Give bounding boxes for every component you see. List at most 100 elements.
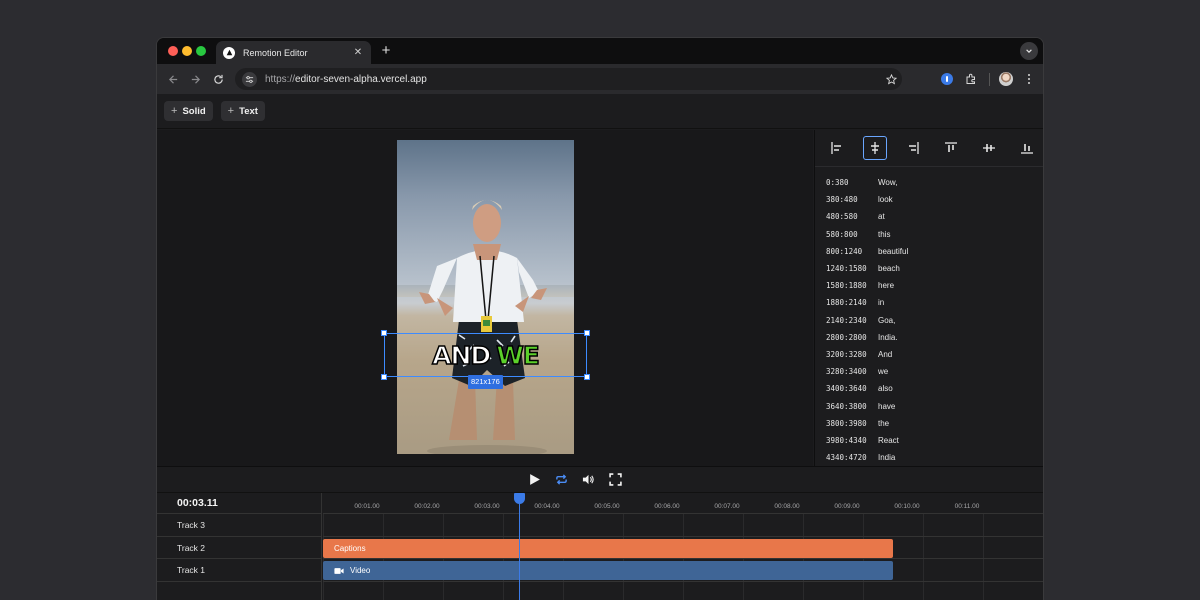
word-row[interactable]: 580:800 this	[815, 226, 1043, 243]
play-button[interactable]	[527, 472, 543, 488]
maximize-window-button[interactable]	[196, 46, 206, 56]
word-time-range: 3980:4340	[826, 435, 867, 445]
word-row[interactable]: 3400:3640 also	[815, 380, 1043, 397]
resize-handle-bottom-right[interactable]	[584, 374, 590, 380]
add-text-button[interactable]: + Text	[220, 101, 265, 121]
site-settings-icon[interactable]	[242, 71, 257, 87]
align-center-vertical-button[interactable]	[977, 136, 1001, 160]
word-timing-list: 0:380 Wow, 380:480 look 480:580 at 580:800 this…	[815, 167, 1043, 466]
browser-menu-icon[interactable]	[1021, 71, 1037, 87]
word-time-range: 3400:3640	[826, 384, 867, 394]
fullscreen-icon	[609, 473, 622, 486]
back-button[interactable]	[166, 72, 180, 86]
word-row[interactable]: 3640:3800 have	[815, 397, 1043, 414]
reload-button[interactable]	[211, 72, 225, 86]
caption-selection-box[interactable]: AND WE	[381, 330, 590, 380]
preview-canvas: AND WE 821x176	[157, 130, 813, 466]
word-text: India	[878, 453, 896, 463]
remotion-favicon-icon	[223, 46, 235, 59]
caption-text[interactable]: AND WE	[385, 334, 586, 376]
ruler-tick-label: 00:10.00	[894, 503, 920, 510]
word-row[interactable]: 3980:4340 React	[815, 432, 1043, 449]
word-text: here	[878, 281, 895, 291]
url-bar[interactable]: https://editor-seven-alpha.vercel.app	[235, 68, 902, 90]
ruler-tick-label: 00:04.00	[534, 503, 560, 510]
word-text: have	[878, 401, 896, 411]
align-left-button[interactable]	[825, 136, 849, 160]
word-row[interactable]: 2800:2800 India.	[815, 329, 1043, 346]
word-text: India.	[878, 332, 898, 342]
word-row[interactable]: 0:380 Wow,	[815, 174, 1043, 191]
word-row[interactable]: 1580:1880 here	[815, 277, 1043, 294]
playhead-handle[interactable]	[514, 493, 525, 504]
toolbar-divider	[989, 73, 990, 86]
password-manager-extension-icon[interactable]	[939, 71, 955, 87]
tab-search-button[interactable]	[1020, 42, 1038, 60]
browser-tab[interactable]: Remotion Editor ✕	[216, 41, 371, 64]
add-solid-label: Solid	[182, 105, 206, 117]
video-preview[interactable]	[397, 140, 574, 454]
arrow-right-icon	[191, 74, 200, 84]
url-host: editor-seven-alpha.vercel.app	[295, 73, 427, 85]
minimize-window-button[interactable]	[182, 46, 192, 56]
bookmark-star-icon[interactable]	[880, 73, 902, 85]
align-right-button[interactable]	[901, 136, 925, 160]
word-text: React	[878, 435, 899, 445]
word-text: beach	[878, 264, 900, 274]
captions-clip[interactable]: Captions	[323, 538, 893, 558]
resize-handle-top-left[interactable]	[381, 330, 387, 336]
word-row[interactable]: 1880:2140 in	[815, 294, 1043, 311]
ruler-tick-label: 00:05.00	[594, 503, 620, 510]
align-bottom-button[interactable]	[1015, 136, 1039, 160]
align-top-icon	[945, 142, 957, 152]
video-clip-label: Video	[350, 566, 371, 575]
word-time-range: 0:380	[826, 178, 849, 188]
reload-icon	[213, 74, 223, 84]
word-time-range: 2800:2800	[826, 332, 867, 342]
word-row[interactable]: 380:480 look	[815, 191, 1043, 208]
word-row[interactable]: 1240:1580 beach	[815, 260, 1043, 277]
word-row[interactable]: 3280:3400 we	[815, 363, 1043, 380]
word-text: Wow,	[878, 178, 898, 188]
word-text: beautiful	[878, 246, 909, 256]
resize-handle-bottom-left[interactable]	[381, 374, 387, 380]
time-ruler[interactable]: 00:01.00 00:02.00 00:03.00 00:04.00 00:05.00…	[323, 493, 1043, 514]
word-time-range: 3640:3800	[826, 401, 867, 411]
resize-handle-top-right[interactable]	[584, 330, 590, 336]
profile-avatar[interactable]	[999, 72, 1013, 86]
align-center-horizontal-button[interactable]	[863, 136, 887, 160]
align-bottom-icon	[1021, 144, 1033, 154]
fullscreen-button[interactable]	[608, 472, 624, 488]
new-tab-button[interactable]: +	[377, 41, 395, 61]
add-text-label: Text	[239, 105, 258, 117]
add-solid-button[interactable]: + Solid	[164, 101, 213, 121]
align-top-button[interactable]	[939, 136, 963, 160]
chevron-down-icon	[1026, 49, 1032, 54]
playhead[interactable]	[514, 493, 525, 600]
word-time-range: 1580:1880	[826, 281, 867, 291]
track-lane-3	[323, 514, 1043, 537]
close-tab-icon[interactable]: ✕	[352, 47, 364, 58]
word-text: in	[878, 298, 885, 308]
word-row[interactable]: 800:1240 beautiful	[815, 243, 1043, 260]
caption-word-current: AND	[431, 340, 492, 371]
size-badge: 821x176	[468, 375, 503, 389]
forward-button[interactable]	[188, 72, 202, 86]
align-left-icon	[831, 142, 841, 154]
word-row[interactable]: 2140:2340 Goa,	[815, 312, 1043, 329]
word-row[interactable]: 3200:3280 And	[815, 346, 1043, 363]
word-time-range: 580:800	[826, 229, 858, 239]
url-text: https://editor-seven-alpha.vercel.app	[265, 74, 880, 85]
align-center-horizontal-icon	[871, 142, 879, 154]
word-row[interactable]: 3800:3980 the	[815, 415, 1043, 432]
word-row[interactable]: 480:580 at	[815, 208, 1043, 225]
close-window-button[interactable]	[168, 46, 178, 56]
playback-controls	[157, 466, 1043, 492]
volume-button[interactable]	[581, 472, 597, 488]
word-row[interactable]: 4340:4720 India	[815, 449, 1043, 466]
ruler-tick-label: 00:03.00	[474, 503, 500, 510]
loop-toggle[interactable]	[554, 472, 570, 488]
extensions-puzzle-icon[interactable]	[963, 71, 979, 87]
word-text: also	[878, 384, 893, 394]
video-clip[interactable]: Video	[323, 561, 893, 580]
